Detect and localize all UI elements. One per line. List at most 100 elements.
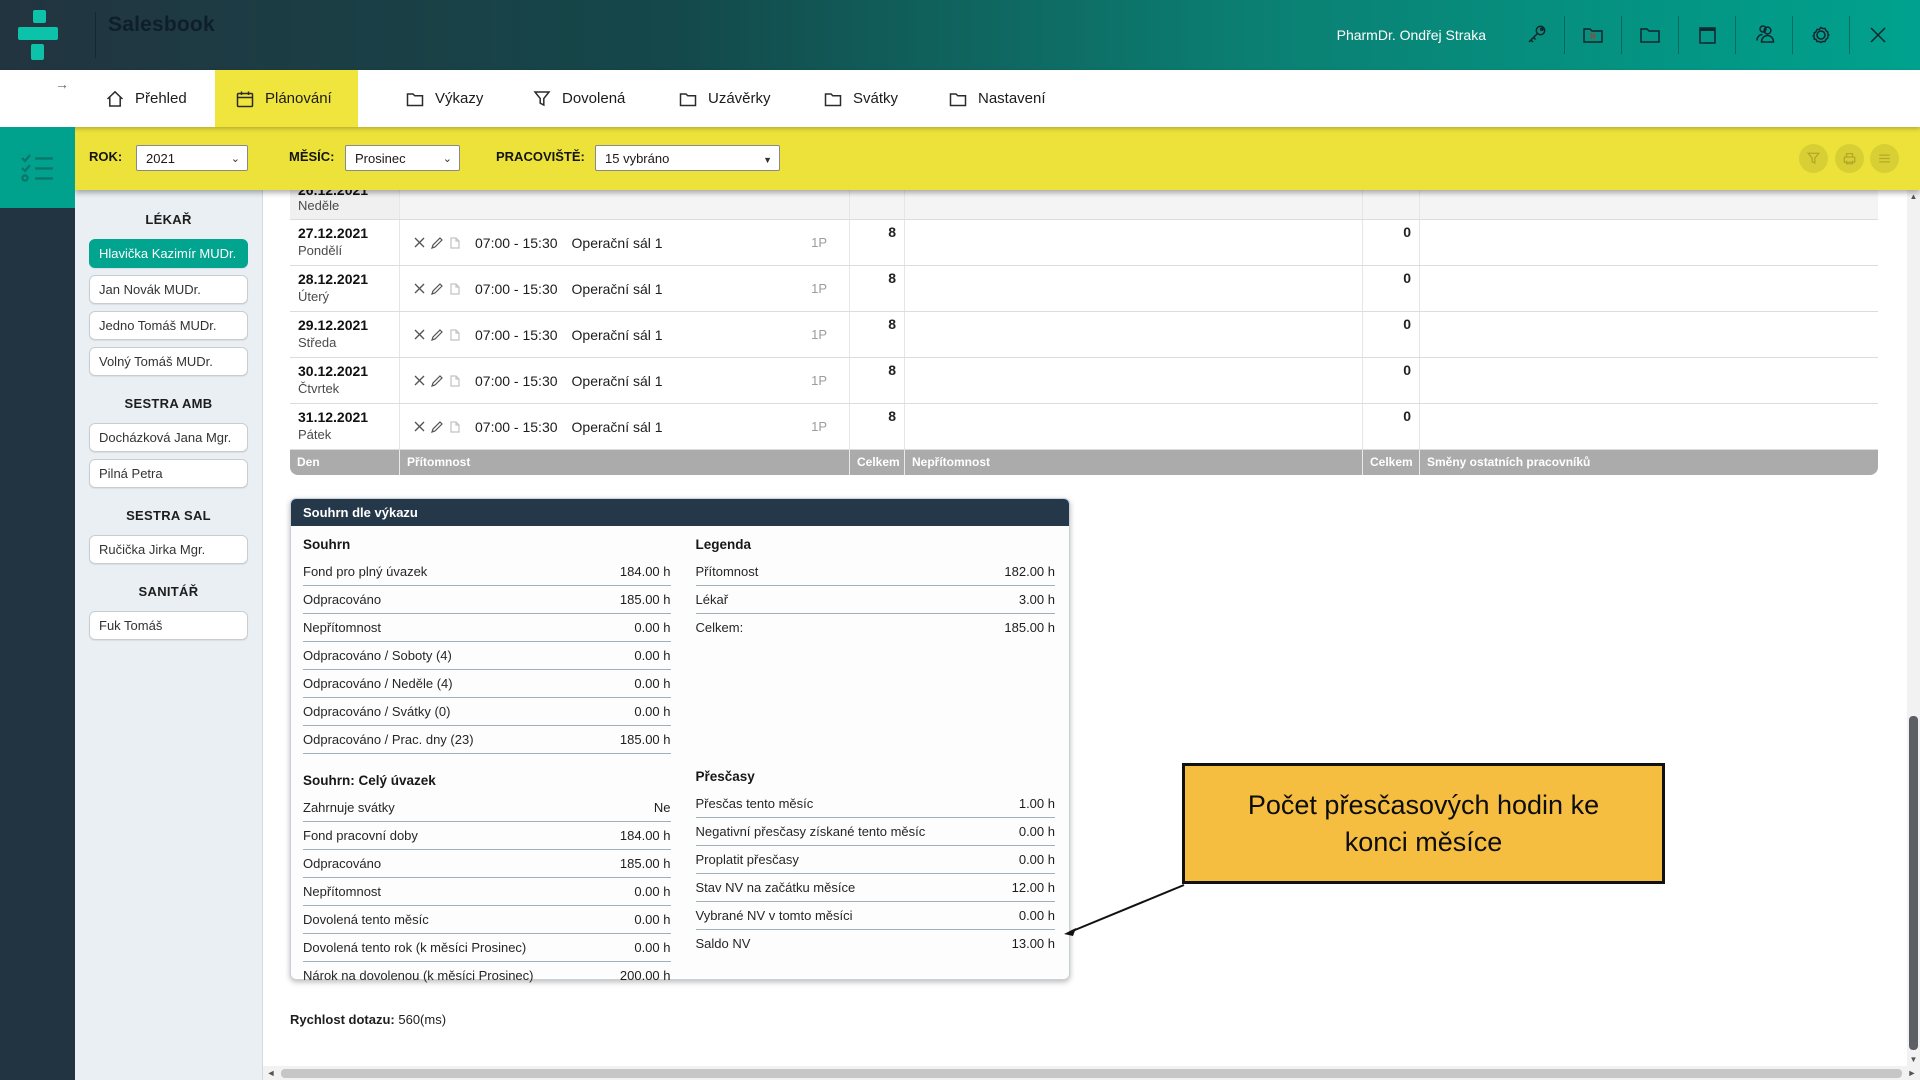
key-icon[interactable] bbox=[1508, 0, 1564, 70]
tab-nastaveni[interactable]: Nastavení bbox=[928, 70, 1066, 127]
header-divider bbox=[95, 12, 96, 58]
smeny-cell bbox=[1420, 312, 1878, 357]
delete-shift-icon[interactable] bbox=[414, 283, 425, 294]
pracoviste-label: PRACOVIŠTĚ: bbox=[496, 149, 585, 164]
summary-row: Přítomnost182.00 h bbox=[696, 558, 1056, 586]
shift-place: Operační sál 1 bbox=[572, 419, 812, 435]
horizontal-scrollbar[interactable]: ◄ ► bbox=[263, 1066, 1920, 1080]
folder-icon bbox=[405, 89, 425, 109]
scroll-left-arrow[interactable]: ◄ bbox=[263, 1068, 279, 1078]
summary-row: Lékař3.00 h bbox=[696, 586, 1056, 614]
edit-shift-icon[interactable] bbox=[431, 329, 443, 341]
note-icon[interactable] bbox=[449, 237, 461, 249]
row-date: 28.12.2021 bbox=[298, 271, 399, 287]
users-icon[interactable] bbox=[1736, 0, 1792, 70]
group-title-sestra-sal: SESTRA SAL bbox=[75, 508, 262, 523]
close-icon[interactable] bbox=[1850, 0, 1906, 70]
shift-tag: 1P bbox=[811, 281, 827, 296]
scroll-right-arrow[interactable]: ► bbox=[1904, 1068, 1920, 1078]
note-icon[interactable] bbox=[449, 329, 461, 341]
col-smeny: Směny ostatních pracovníků bbox=[1420, 450, 1878, 475]
summary-row: Celkem:185.00 h bbox=[696, 614, 1056, 641]
person-item[interactable]: Jedno Tomáš MUDr. bbox=[89, 311, 248, 340]
summary-row: Odpracováno / Svátky (0)0.00 h bbox=[303, 698, 671, 726]
pracoviste-select[interactable]: 15 vybráno ▼ bbox=[595, 145, 780, 171]
scroll-down-arrow[interactable]: ▼ bbox=[1907, 1055, 1920, 1064]
shift-time: 07:00 - 15:30 bbox=[475, 419, 558, 435]
edit-shift-icon[interactable] bbox=[431, 237, 443, 249]
col-celkem: Celkem bbox=[850, 450, 905, 475]
tab-vykazy[interactable]: Výkazy bbox=[385, 70, 503, 127]
note-icon[interactable] bbox=[449, 421, 461, 433]
group-title-lekar: LÉKAŘ bbox=[75, 212, 262, 227]
mesic-select[interactable]: Prosinec ⌄ bbox=[345, 145, 460, 171]
checklist-panel-button[interactable] bbox=[0, 127, 75, 208]
gear-icon[interactable] bbox=[1793, 0, 1849, 70]
rok-select[interactable]: 2021 ⌄ bbox=[136, 145, 248, 171]
tab-planovani[interactable]: Plánování bbox=[215, 70, 358, 127]
forward-arrow-icon[interactable]: → bbox=[55, 76, 69, 92]
celkem2-value: 0 bbox=[1363, 404, 1420, 449]
folder-icon[interactable] bbox=[1622, 0, 1678, 70]
edit-shift-icon[interactable] bbox=[431, 283, 443, 295]
row-date: 31.12.2021 bbox=[298, 409, 399, 425]
filter-funnel-button[interactable] bbox=[1799, 144, 1828, 173]
row-day: Neděle bbox=[298, 198, 399, 214]
delete-shift-icon[interactable] bbox=[414, 421, 425, 432]
hamburger-icon bbox=[1877, 151, 1892, 166]
horizontal-scroll-thumb[interactable] bbox=[281, 1069, 1902, 1078]
salesbook-logo-icon bbox=[18, 10, 58, 60]
print-button[interactable] bbox=[1835, 144, 1864, 173]
celkem-value: 8 bbox=[850, 220, 905, 265]
menu-button[interactable] bbox=[1870, 144, 1899, 173]
row-day: Středa bbox=[298, 335, 399, 351]
table-footer-header: Den Přítomnost Celkem Nepřítomnost Celke… bbox=[290, 450, 1878, 475]
shift-place: Operační sál 1 bbox=[572, 235, 812, 251]
delete-shift-icon[interactable] bbox=[414, 237, 425, 248]
delete-shift-icon[interactable] bbox=[414, 375, 425, 386]
celkem2-value: 0 bbox=[1363, 266, 1420, 311]
row-day: Čtvrtek bbox=[298, 381, 399, 397]
smeny-cell bbox=[1420, 358, 1878, 403]
staff-sidebar: LÉKAŘ Hlavička Kazimír MUDr. Jan Novák M… bbox=[75, 190, 263, 1080]
note-icon[interactable] bbox=[449, 283, 461, 295]
person-item[interactable]: Pilná Petra bbox=[89, 459, 248, 488]
vertical-scrollbar[interactable]: ▲ ▼ bbox=[1907, 190, 1920, 1066]
tab-uzaverky[interactable]: Uzávěrky bbox=[658, 70, 791, 127]
annotation-callout: Počet přesčasových hodin ke konci měsíce bbox=[1182, 763, 1665, 884]
folder-n-icon[interactable]: N bbox=[1565, 0, 1621, 70]
smeny-cell bbox=[1420, 266, 1878, 311]
tab-prehled[interactable]: Přehled bbox=[85, 70, 207, 127]
summary-row: Saldo NV13.00 h bbox=[696, 930, 1056, 957]
delete-shift-icon[interactable] bbox=[414, 329, 425, 340]
person-item[interactable]: Ručička Jirka Mgr. bbox=[89, 535, 248, 564]
col-celkem2: Celkem bbox=[1363, 450, 1420, 475]
col-den: Den bbox=[290, 450, 400, 475]
scroll-up-arrow[interactable]: ▲ bbox=[1907, 192, 1920, 201]
person-item[interactable]: Hlavička Kazimír MUDr. bbox=[89, 239, 248, 268]
app-title: Salesbook bbox=[108, 13, 215, 37]
edit-shift-icon[interactable] bbox=[431, 421, 443, 433]
person-item[interactable]: Volný Tomáš MUDr. bbox=[89, 347, 248, 376]
col-pritomnost: Přítomnost bbox=[400, 450, 850, 475]
window-icon[interactable] bbox=[1679, 0, 1735, 70]
summary-row: Stav NV na začátku měsíce12.00 h bbox=[696, 874, 1056, 902]
tab-svatky[interactable]: Svátky bbox=[803, 70, 918, 127]
vertical-scroll-thumb[interactable] bbox=[1909, 716, 1918, 1050]
summary-row: Proplatit přesčasy0.00 h bbox=[696, 846, 1056, 874]
person-item[interactable]: Docházková Jana Mgr. bbox=[89, 423, 248, 452]
edit-shift-icon[interactable] bbox=[431, 375, 443, 387]
funnel-icon bbox=[532, 89, 552, 109]
tab-dovolena[interactable]: Dovolená bbox=[512, 70, 645, 127]
note-icon[interactable] bbox=[449, 375, 461, 387]
person-item[interactable]: Jan Novák MUDr. bbox=[89, 275, 248, 304]
annotation-pointer-line bbox=[1040, 878, 1200, 948]
chevron-down-icon: ⌄ bbox=[231, 146, 240, 172]
left-rail bbox=[0, 208, 75, 1080]
person-item[interactable]: Fuk Tomáš bbox=[89, 611, 248, 640]
group-title-sanitar: SANITÁŘ bbox=[75, 584, 262, 599]
shift-time: 07:00 - 15:30 bbox=[475, 327, 558, 343]
home-icon bbox=[105, 89, 125, 109]
shift-tag: 1P bbox=[811, 373, 827, 388]
shift-tag: 1P bbox=[811, 327, 827, 342]
